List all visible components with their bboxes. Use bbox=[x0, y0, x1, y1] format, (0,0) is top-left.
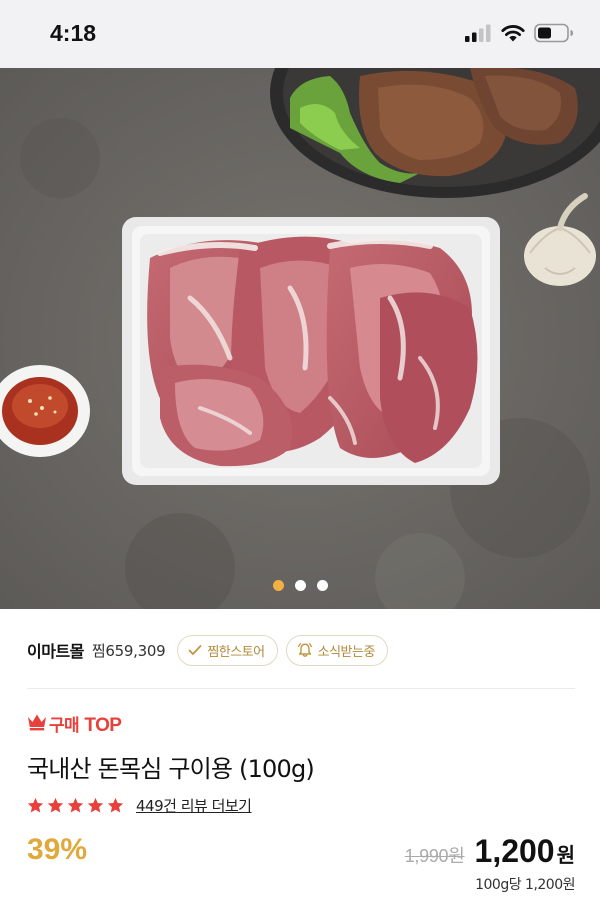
badge-text: 구매 TOP bbox=[49, 711, 122, 737]
sale-price: 1,200 bbox=[474, 833, 555, 869]
battery-icon bbox=[534, 23, 573, 43]
product-title: 국내산 돈목심 구이용 (100g) bbox=[27, 755, 315, 783]
status-icons bbox=[465, 22, 574, 44]
store-name[interactable]: 이마트몰 bbox=[27, 638, 84, 662]
discount-rate: 39% bbox=[27, 833, 88, 866]
favorite-store-label: 찜한스토어 bbox=[207, 644, 265, 660]
check-icon bbox=[188, 644, 202, 656]
cellular-signal-icon bbox=[465, 24, 491, 42]
carousel-dot-3[interactable] bbox=[316, 580, 328, 591]
notification-label: 소식받는중 bbox=[317, 644, 376, 660]
carousel-dot-1[interactable] bbox=[272, 580, 284, 591]
divider bbox=[27, 688, 575, 689]
star-icon bbox=[87, 797, 104, 813]
star-icon bbox=[27, 797, 44, 813]
star-rating bbox=[27, 797, 124, 814]
status-bar: 4:18 bbox=[0, 0, 600, 68]
carousel-indicator bbox=[0, 580, 600, 591]
review-link[interactable]: 449건 리뷰 더보기 bbox=[136, 795, 252, 816]
store-wishlist-count: 찜659,309 bbox=[91, 641, 166, 660]
carousel-dot-2[interactable] bbox=[294, 580, 306, 591]
star-icon bbox=[107, 797, 124, 813]
badge-top: TOP bbox=[84, 715, 122, 736]
rating-row: 449건 리뷰 더보기 bbox=[27, 794, 252, 816]
original-price: 1,990원 bbox=[404, 846, 465, 866]
crown-icon bbox=[27, 713, 47, 735]
badge-prefix: 구매 bbox=[49, 716, 80, 736]
store-row: 이마트몰 찜659,309 찜한스토어 소식받는중 bbox=[27, 633, 575, 667]
product-photo bbox=[0, 68, 600, 609]
currency-label: 원 bbox=[556, 843, 575, 867]
bell-icon bbox=[297, 642, 313, 658]
favorite-store-button[interactable]: 찜한스토어 bbox=[177, 634, 278, 666]
unit-price: 100g당 1,200원 bbox=[475, 877, 575, 893]
star-icon bbox=[47, 797, 64, 813]
star-icon bbox=[67, 797, 84, 813]
wifi-icon bbox=[501, 25, 525, 42]
product-image-carousel[interactable] bbox=[0, 68, 600, 609]
best-seller-badge: 구매 TOP bbox=[27, 711, 122, 737]
notification-button[interactable]: 소식받는중 bbox=[285, 634, 388, 666]
status-time: 4:18 bbox=[50, 20, 97, 46]
price-row: 1,990원 1,200 원 bbox=[405, 833, 575, 870]
